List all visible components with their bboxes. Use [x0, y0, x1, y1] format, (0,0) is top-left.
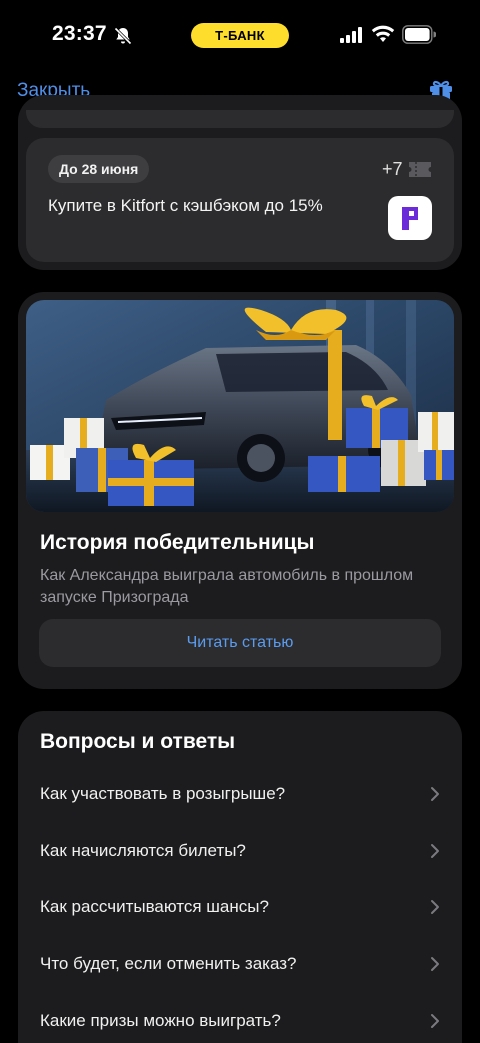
faq-question: Какие призы можно выиграть?: [40, 1011, 281, 1030]
car-with-gifts-illustration: [26, 300, 454, 512]
chevron-right-icon: [431, 787, 439, 801]
story-title: История победительницы: [40, 531, 315, 554]
read-article-button[interactable]: Читать статью: [39, 619, 441, 667]
faq-section: [18, 711, 462, 1043]
faq-item[interactable]: Как начисляются билеты?: [40, 836, 440, 866]
chevron-right-icon: [431, 900, 439, 914]
story-subtitle: Как Александра выиграла автомобиль в про…: [40, 567, 414, 606]
chevron-right-icon: [431, 957, 439, 971]
status-time: 23:37: [52, 22, 107, 45]
kitfort-logo-mark: [402, 207, 418, 230]
ticket-count: +7: [382, 159, 403, 179]
promo-description: Купите в Kitfort с кэшбэком до 15%: [48, 196, 323, 215]
faq-question: Как участвовать в розыгрыше?: [40, 784, 286, 803]
story-image[interactable]: [26, 300, 454, 512]
chevron-right-icon: [431, 1014, 439, 1028]
ticket-icon: [409, 162, 431, 177]
faq-item[interactable]: Что будет, если отменить заказ?: [40, 949, 440, 979]
faq-question: Как начисляются билеты?: [40, 841, 246, 860]
faq-title: Вопросы и ответы: [40, 730, 236, 753]
deadline-chip: До 28 июня: [48, 155, 150, 183]
wifi-icon: [371, 25, 395, 42]
battery-icon: [402, 25, 436, 44]
previous-promo-card[interactable]: [26, 110, 454, 128]
faq-item[interactable]: Как участвовать в розыгрыше?: [40, 779, 440, 809]
faq-item[interactable]: Как рассчитываются шансы?: [40, 892, 440, 922]
kitfort-logo: [388, 196, 432, 240]
faq-item[interactable]: Какие призы можно выиграть?: [40, 1006, 440, 1036]
status-bar: 23:37 Т-БАНК: [0, 0, 480, 70]
chevron-right-icon: [431, 844, 439, 858]
faq-question: Что будет, если отменить заказ?: [40, 954, 297, 973]
cellular-signal-icon: [340, 27, 362, 43]
bell-off-icon: [114, 27, 132, 45]
faq-question: Как рассчитываются шансы?: [40, 897, 269, 916]
carrier-badge: Т-БАНК: [191, 23, 289, 48]
